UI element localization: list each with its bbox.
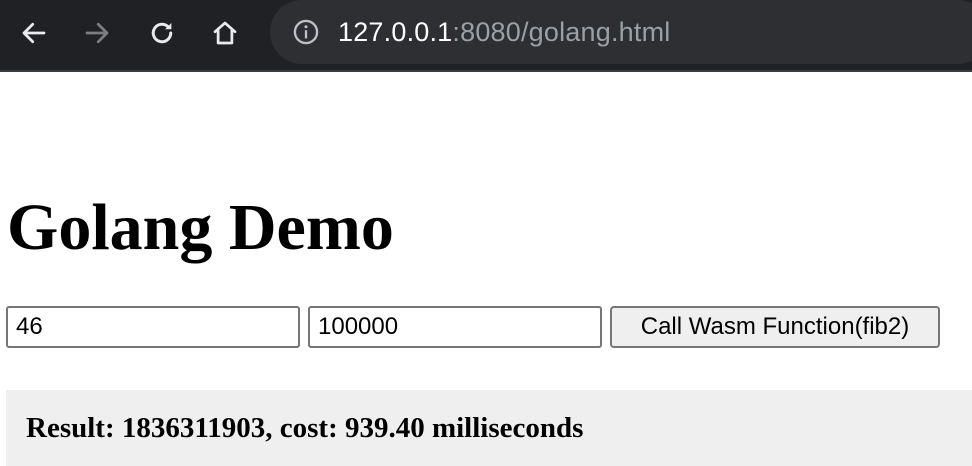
- n-input[interactable]: [6, 306, 300, 348]
- iterations-input[interactable]: [308, 306, 602, 348]
- url-text: 127.0.0.1:8080/golang.html: [338, 17, 670, 48]
- info-icon[interactable]: [292, 18, 320, 46]
- forward-button[interactable]: [77, 13, 117, 53]
- url-host: 127.0.0.1: [338, 16, 453, 47]
- back-button[interactable]: [14, 13, 54, 53]
- page-title: Golang Demo: [7, 191, 394, 264]
- forward-arrow-icon: [85, 22, 109, 44]
- home-button[interactable]: [205, 13, 245, 53]
- address-bar[interactable]: 127.0.0.1:8080/golang.html: [270, 0, 972, 64]
- back-arrow-icon: [22, 22, 46, 44]
- call-wasm-button[interactable]: Call Wasm Function(fib2): [610, 306, 940, 348]
- result-text: Result: 1836311903, cost: 939.40 millise…: [26, 412, 584, 444]
- result-panel: Result: 1836311903, cost: 939.40 millise…: [6, 390, 972, 466]
- reload-button[interactable]: [142, 13, 182, 53]
- browser-toolbar: 127.0.0.1:8080/golang.html: [0, 0, 972, 72]
- url-path: :8080/golang.html: [452, 16, 671, 47]
- reload-icon: [151, 22, 173, 44]
- home-icon: [213, 21, 237, 45]
